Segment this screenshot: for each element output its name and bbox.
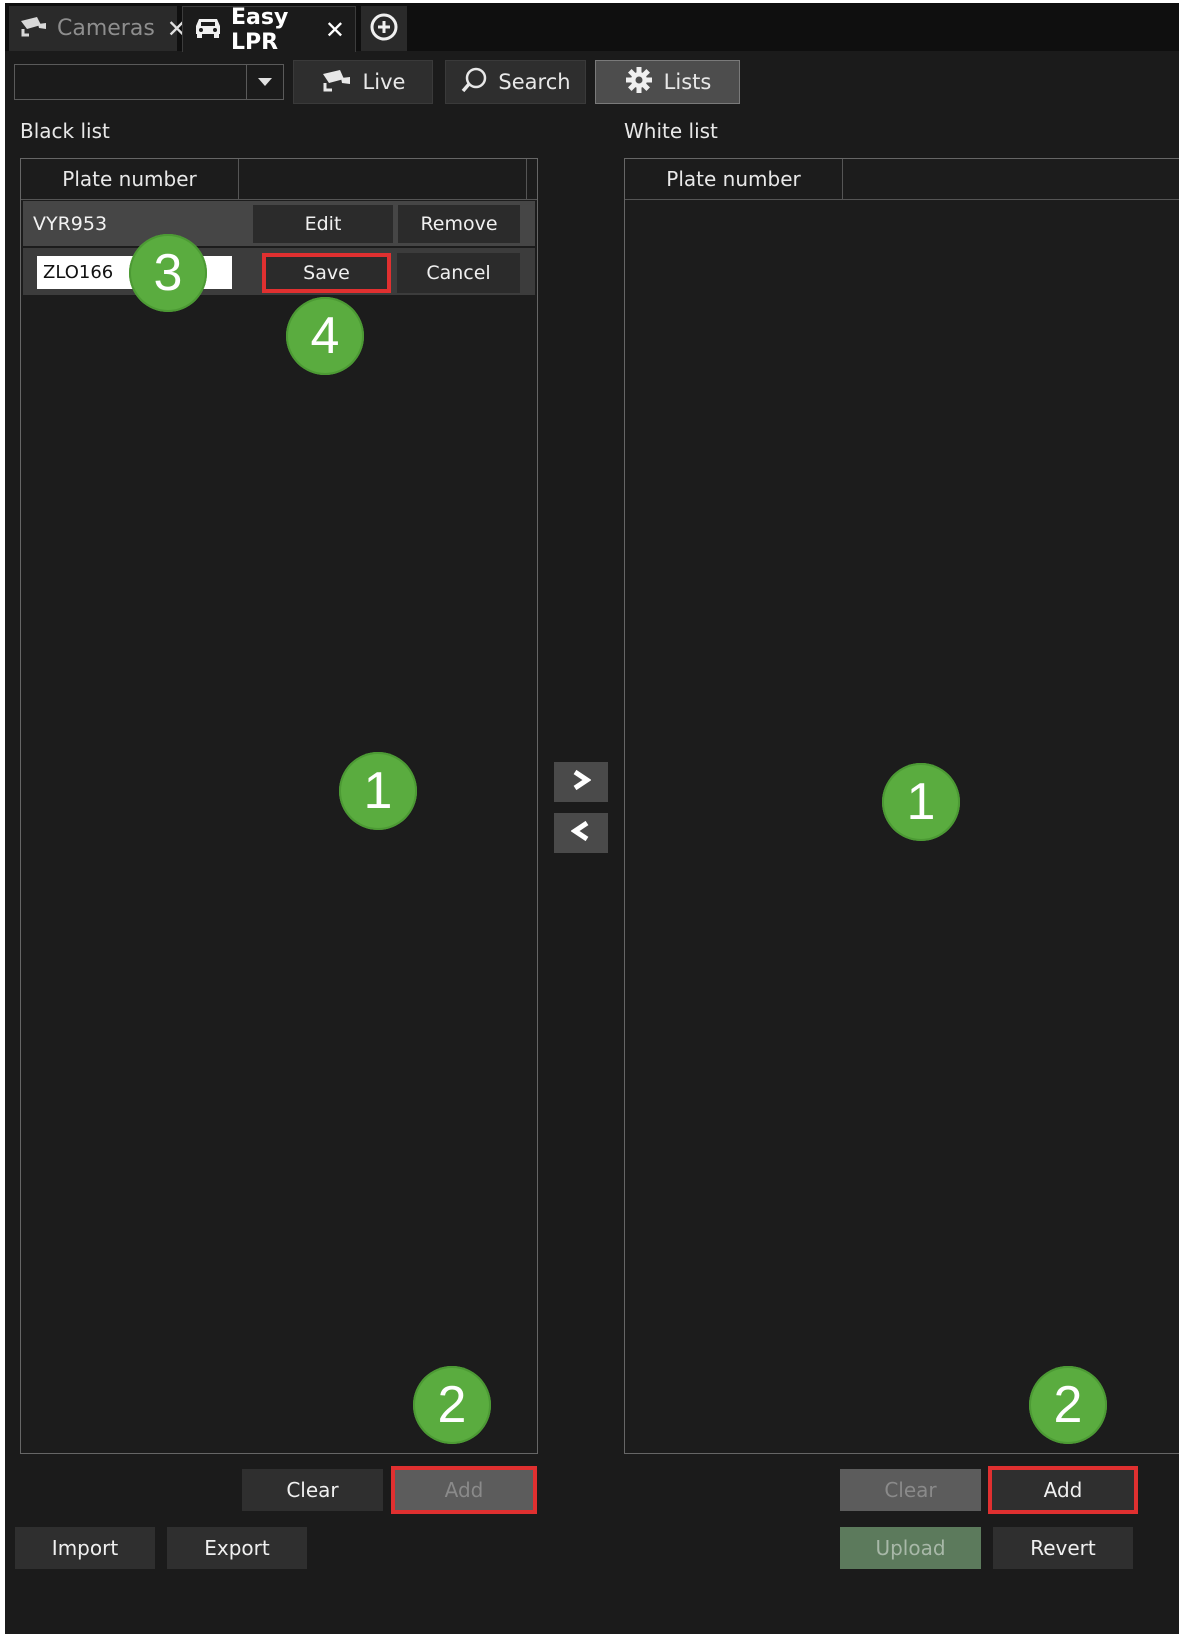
tab-cameras[interactable]: Cameras ✕ <box>9 6 187 51</box>
tab-easy-lpr[interactable]: Easy LPR ✕ <box>182 4 356 55</box>
remove-button[interactable]: Remove <box>398 205 520 243</box>
step-badge-1: 1 <box>882 763 960 841</box>
table-row-editing[interactable]: Save Cancel <box>23 248 535 295</box>
white-list-title: White list <box>624 119 718 143</box>
camera-selector[interactable] <box>14 64 284 100</box>
export-button[interactable]: Export <box>167 1527 307 1569</box>
search-label: Search <box>498 70 571 94</box>
upload-button[interactable]: Upload <box>840 1527 981 1569</box>
live-button[interactable]: Live <box>293 60 433 104</box>
live-label: Live <box>362 70 406 94</box>
close-icon[interactable]: ✕ <box>325 16 345 44</box>
step-badge-3: 3 <box>129 234 207 312</box>
plate-number-column-header[interactable]: Plate number <box>21 159 239 199</box>
revert-button[interactable]: Revert <box>993 1527 1133 1569</box>
chevron-down-icon[interactable] <box>246 65 283 99</box>
black-list-add-button[interactable]: Add <box>391 1466 537 1514</box>
move-left-button[interactable] <box>554 813 608 853</box>
app-window: Cameras ✕ Easy LPR ✕ Live Search Lists B… <box>5 3 1179 1634</box>
tab-easy-lpr-label: Easy LPR <box>231 4 289 55</box>
import-button[interactable]: Import <box>15 1527 155 1569</box>
save-button[interactable]: Save <box>262 253 391 293</box>
cancel-button[interactable]: Cancel <box>397 253 520 293</box>
gear-icon <box>624 65 654 100</box>
white-list-clear-button[interactable]: Clear <box>840 1469 981 1511</box>
security-camera-icon <box>321 68 353 97</box>
black-list-clear-button[interactable]: Clear <box>242 1469 383 1511</box>
black-list-header: Plate number <box>21 159 537 200</box>
lists-button[interactable]: Lists <box>595 60 740 104</box>
search-icon <box>460 66 488 99</box>
plate-cell: VYR953 <box>33 212 108 235</box>
actions-column-header <box>239 159 527 199</box>
white-list-header: Plate number <box>625 159 1179 200</box>
plate-number-column-header[interactable]: Plate number <box>625 159 843 199</box>
chevron-right-icon <box>571 769 592 795</box>
edit-button[interactable]: Edit <box>253 205 393 243</box>
plus-circle-icon <box>369 12 399 46</box>
lists-label: Lists <box>663 70 712 94</box>
step-badge-4: 4 <box>286 297 364 375</box>
move-right-button[interactable] <box>554 762 608 802</box>
step-badge-2: 2 <box>413 1366 491 1444</box>
black-list-grid: Plate number <box>20 158 538 1454</box>
search-button[interactable]: Search <box>445 60 586 104</box>
black-list-title: Black list <box>20 119 110 143</box>
tab-cameras-label: Cameras <box>57 16 155 41</box>
security-camera-icon <box>19 15 49 43</box>
white-list-add-button[interactable]: Add <box>988 1466 1138 1514</box>
chevron-left-icon <box>570 820 591 846</box>
car-icon <box>193 15 223 45</box>
step-badge-1: 1 <box>339 752 417 830</box>
table-row[interactable]: VYR953 Edit Remove <box>23 201 535 246</box>
add-tab-button[interactable] <box>361 6 407 51</box>
step-badge-2: 2 <box>1029 1366 1107 1444</box>
actions-column-header <box>843 159 1179 199</box>
